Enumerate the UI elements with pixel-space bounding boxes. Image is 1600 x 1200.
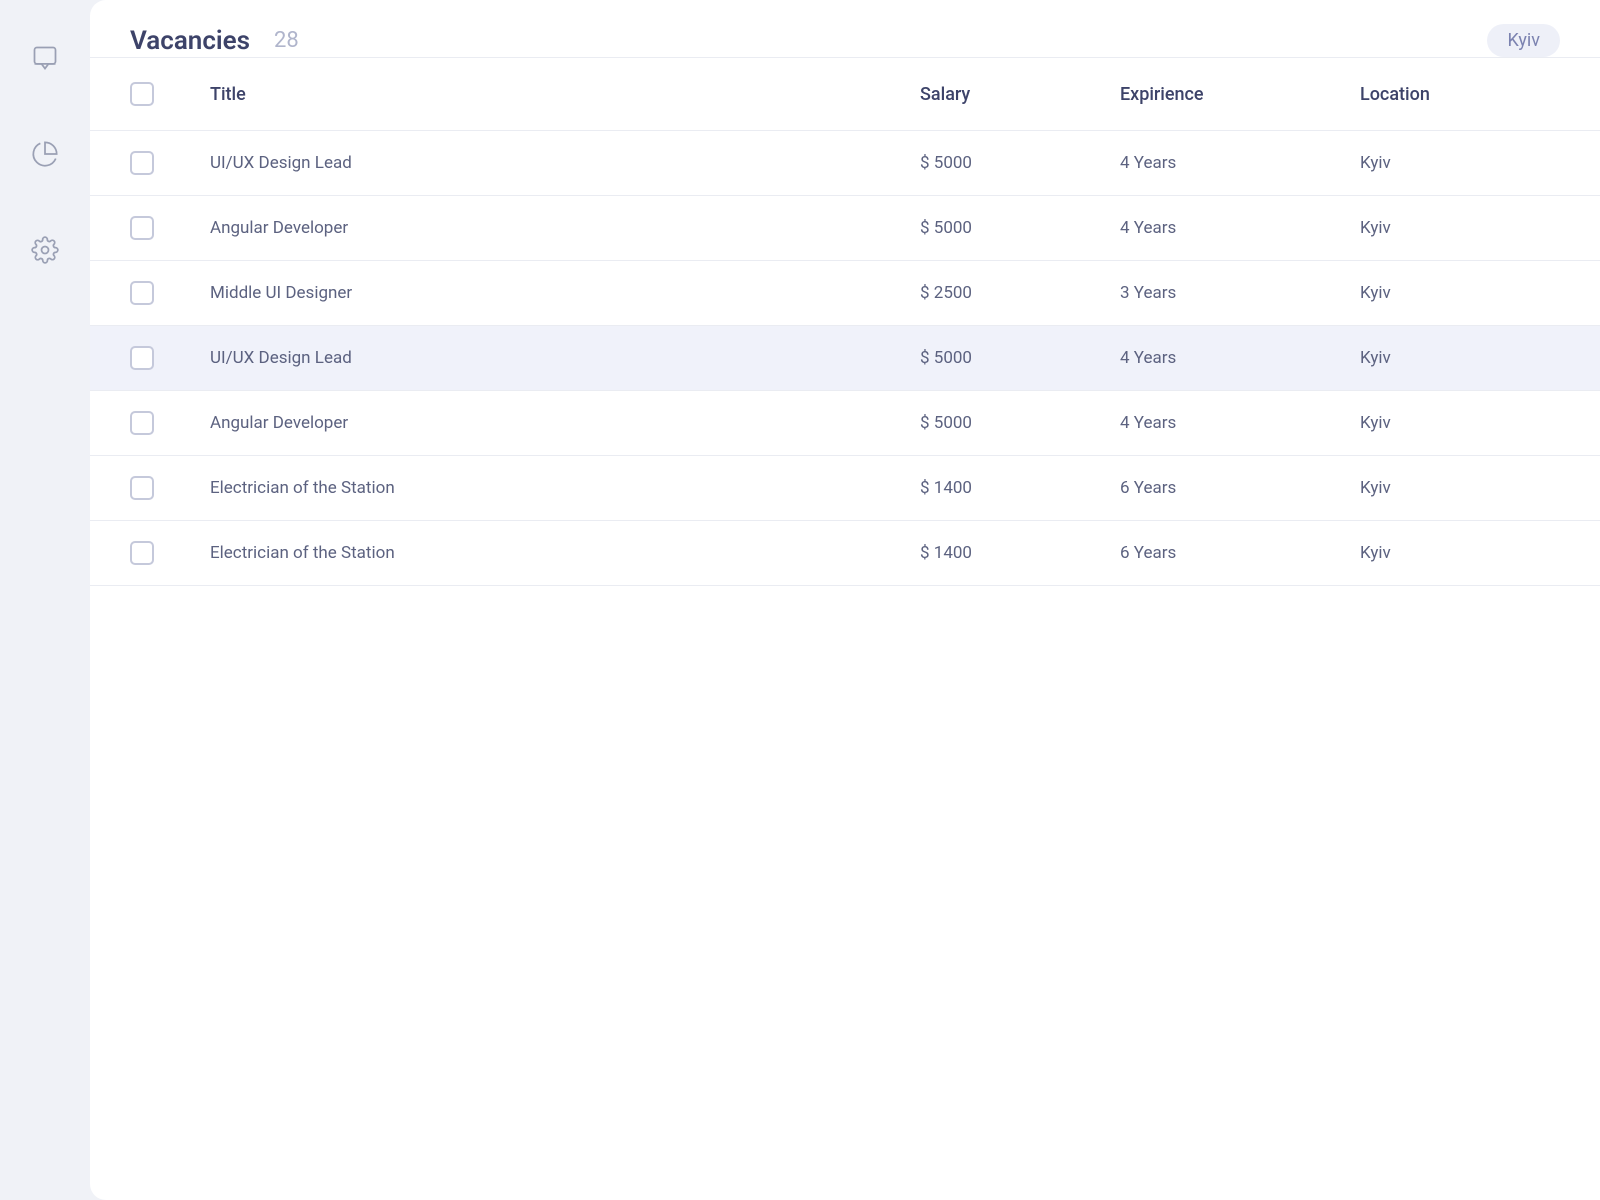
row-salary: $ 5000 [920, 413, 1120, 433]
table-body: UI/UX Design Lead $ 5000 4 Years Kyiv An… [90, 131, 1600, 586]
row-salary: $ 5000 [920, 153, 1120, 173]
row-checkbox-7[interactable] [130, 541, 154, 565]
row-checkbox-1[interactable] [130, 151, 154, 175]
row-salary: $ 5000 [920, 348, 1120, 368]
row-checkbox-cell [130, 346, 210, 370]
row-location: Kyiv [1360, 218, 1560, 238]
header-checkbox-cell [130, 82, 210, 106]
row-location: Kyiv [1360, 348, 1560, 368]
header-title: Title [210, 84, 920, 105]
row-title: UI/UX Design Lead [210, 348, 920, 368]
sidebar [0, 0, 90, 1200]
row-experience: 4 Years [1120, 348, 1360, 368]
row-title: Electrician of the Station [210, 543, 920, 563]
table-row: Angular Developer $ 5000 4 Years Kyiv [90, 391, 1600, 456]
row-title: Angular Developer [210, 413, 920, 433]
row-location: Kyiv [1360, 153, 1560, 173]
header-experience: Expirience [1120, 84, 1360, 105]
row-location: Kyiv [1360, 283, 1560, 303]
vacancies-table: Title Salary Expirience Location UI/UX D… [90, 58, 1600, 586]
row-checkbox-cell [130, 216, 210, 240]
row-experience: 3 Years [1120, 283, 1360, 303]
row-title: Electrician of the Station [210, 478, 920, 498]
row-checkbox-cell [130, 281, 210, 305]
row-location: Kyiv [1360, 543, 1560, 563]
table-row: UI/UX Design Lead $ 5000 4 Years Kyiv [90, 326, 1600, 391]
location-filter-badge[interactable]: Kyiv [1487, 24, 1560, 57]
row-checkbox-6[interactable] [130, 476, 154, 500]
row-title: UI/UX Design Lead [210, 153, 920, 173]
select-all-checkbox[interactable] [130, 82, 154, 106]
row-checkbox-2[interactable] [130, 216, 154, 240]
row-checkbox-4[interactable] [130, 346, 154, 370]
table-row: Angular Developer $ 5000 4 Years Kyiv [90, 196, 1600, 261]
row-salary: $ 1400 [920, 543, 1120, 563]
table-row: Electrician of the Station $ 1400 6 Year… [90, 456, 1600, 521]
row-salary: $ 5000 [920, 218, 1120, 238]
row-experience: 6 Years [1120, 543, 1360, 563]
header-location: Location [1360, 84, 1560, 105]
settings-icon[interactable] [27, 232, 63, 268]
row-experience: 4 Years [1120, 153, 1360, 173]
table-row: Middle UI Designer $ 2500 3 Years Kyiv [90, 261, 1600, 326]
table-header-row: Title Salary Expirience Location [90, 58, 1600, 131]
row-checkbox-cell [130, 476, 210, 500]
row-location: Kyiv [1360, 478, 1560, 498]
row-title: Middle UI Designer [210, 283, 920, 303]
row-experience: 4 Years [1120, 218, 1360, 238]
row-experience: 4 Years [1120, 413, 1360, 433]
vacancies-title: Vacancies [130, 26, 250, 56]
row-checkbox-cell [130, 151, 210, 175]
main-content: Vacancies 28 Kyiv Title Salary Expirienc… [90, 0, 1600, 1200]
row-checkbox-5[interactable] [130, 411, 154, 435]
row-location: Kyiv [1360, 413, 1560, 433]
chart-icon[interactable] [27, 136, 63, 172]
row-title: Angular Developer [210, 218, 920, 238]
row-checkbox-cell [130, 541, 210, 565]
row-experience: 6 Years [1120, 478, 1360, 498]
header-section: Vacancies 28 Kyiv [90, 0, 1600, 58]
header-salary: Salary [920, 84, 1120, 105]
table-row: Electrician of the Station $ 1400 6 Year… [90, 521, 1600, 586]
table-row: UI/UX Design Lead $ 5000 4 Years Kyiv [90, 131, 1600, 196]
vacancies-count: 28 [274, 28, 299, 53]
row-checkbox-cell [130, 411, 210, 435]
row-salary: $ 2500 [920, 283, 1120, 303]
row-checkbox-3[interactable] [130, 281, 154, 305]
chat-icon[interactable] [27, 40, 63, 76]
row-salary: $ 1400 [920, 478, 1120, 498]
